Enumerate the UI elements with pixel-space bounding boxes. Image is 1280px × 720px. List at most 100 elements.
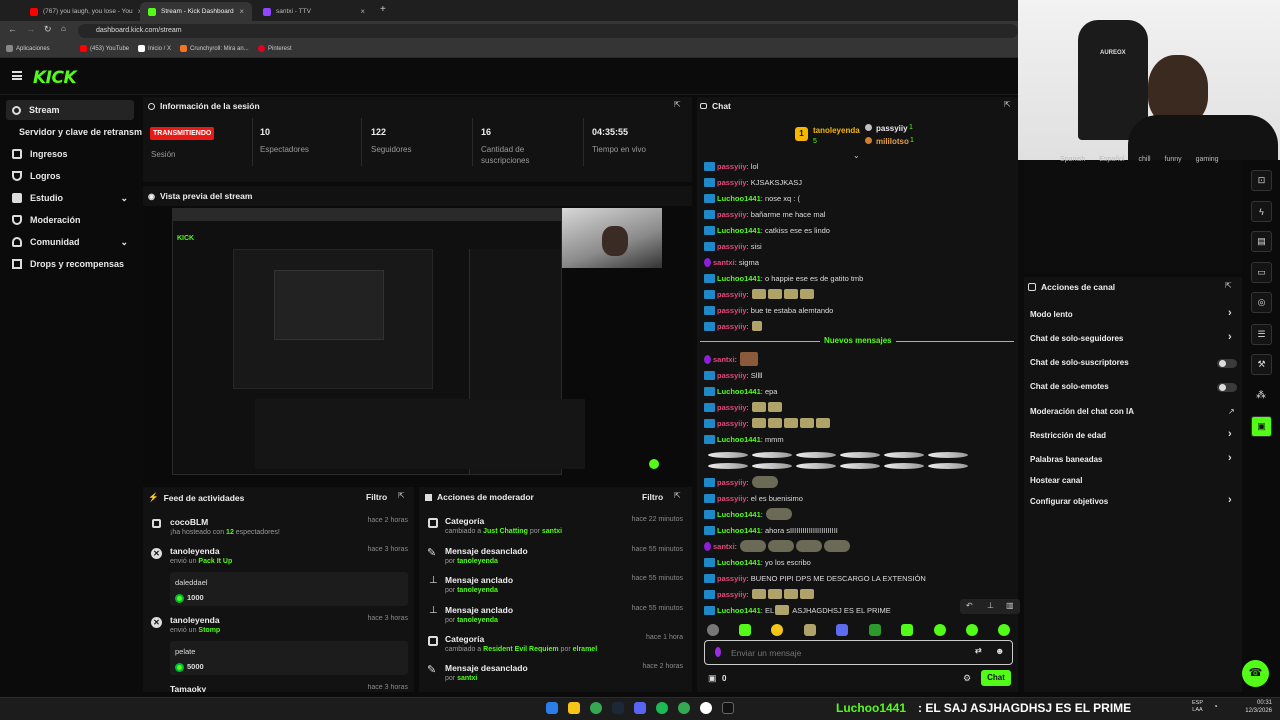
chat-message[interactable]: santxi: (704, 352, 759, 366)
chevron-right-icon[interactable]: › (1228, 331, 1232, 343)
sidebar-item-estudio[interactable]: Estudio ⌄ (6, 188, 134, 208)
chat-message[interactable]: passyiiy: Sllll (704, 369, 762, 381)
menu-icon[interactable] (12, 71, 22, 80)
emote-icon[interactable] (739, 624, 751, 636)
emote-icon[interactable] (998, 624, 1010, 636)
emotes-only-toggle[interactable] (1217, 383, 1237, 392)
emote-icon[interactable] (934, 624, 946, 636)
popout-icon[interactable]: ⇱ (674, 491, 681, 500)
chat-message[interactable]: Luchoo1441: nose xq : ( (704, 192, 800, 204)
chat-username[interactable]: santxi (713, 258, 735, 267)
browser-tab-youtube[interactable]: (767) you laugh, you lose - You × (22, 2, 140, 21)
chat-username[interactable]: Luchoo1441 (717, 606, 761, 615)
chat-message[interactable]: passyiiy: (704, 476, 779, 488)
chat-username[interactable]: Luchoo1441 (717, 274, 761, 283)
chat-message[interactable]: passyiiy: el es buenisimo (704, 492, 803, 504)
home-icon[interactable]: ⌂ (61, 24, 66, 33)
chat-message[interactable]: Luchoo1441: ahora sIIIIIIIIIIIIIIIIIIIII… (704, 524, 838, 536)
bookmark-crunchyroll[interactable]: Crunchyroll: Mira an... (180, 45, 249, 52)
steam-icon[interactable] (612, 702, 624, 714)
rail-add-widget-button[interactable]: ▣ (1251, 416, 1272, 437)
chat-username[interactable]: Luchoo1441 (717, 526, 761, 535)
sidebar-item-server-key[interactable]: Servidor y clave de retransm (6, 122, 142, 142)
rail-chat-button[interactable]: ▭ (1251, 262, 1272, 283)
mod-filter-button[interactable]: Filtro (642, 492, 663, 502)
points-icon[interactable]: ▣ (708, 673, 717, 684)
chat-username[interactable]: passyiiy (717, 162, 747, 171)
host-channel-item[interactable]: Hostear canal (1030, 476, 1082, 485)
chat-message[interactable]: passyiiy: lol (704, 160, 758, 172)
language-indicator[interactable]: ESP LAA (1192, 700, 1203, 714)
wifi-icon[interactable]: ◔ (1213, 702, 1218, 711)
chat-message-input[interactable] (731, 645, 951, 660)
chevron-right-icon[interactable]: › (1228, 307, 1232, 319)
chat-message[interactable]: passyiiy: (704, 320, 763, 332)
sidebar-item-drops[interactable]: Drops y recompensas (6, 254, 134, 274)
bookmark-apps[interactable]: Aplicaciones (6, 45, 50, 52)
chevron-down-icon[interactable]: ⌄ (853, 151, 860, 160)
new-tab-button[interactable]: + (380, 4, 386, 15)
bookmark-youtube[interactable]: (453) YouTube (80, 45, 129, 52)
rail-mod-button[interactable]: ⚒ (1251, 354, 1272, 375)
chat-message[interactable]: santxi: sigma (704, 256, 759, 268)
chat-username[interactable]: passyiiy (717, 478, 747, 487)
ai-moderation-item[interactable]: Moderación del chat con IA (1030, 407, 1134, 416)
chat-username[interactable]: passyiiy (717, 419, 747, 428)
chat-message[interactable]: santxi: (704, 540, 851, 552)
chat-username[interactable]: Luchoo1441 (717, 510, 761, 519)
emote-icon[interactable] (869, 624, 881, 636)
chat-username[interactable]: passyiiy (717, 574, 747, 583)
external-link-icon[interactable]: ↗ (1228, 407, 1235, 416)
x-app-icon[interactable] (722, 702, 734, 714)
chat-username[interactable]: passyiiy (717, 590, 747, 599)
sidebar-item-ingresos[interactable]: Ingresos (6, 144, 134, 164)
rail-activity-button[interactable]: ☰ (1251, 324, 1272, 345)
popout-icon[interactable]: ⇱ (398, 491, 405, 500)
drops-icon[interactable]: ⁂ (1256, 390, 1266, 401)
chat-message[interactable]: passyiiy: (704, 417, 831, 429)
spotify-icon[interactable] (656, 702, 668, 714)
bookmark-x[interactable]: Inicio / X (138, 45, 171, 52)
chat-username[interactable]: passyiiy (717, 178, 747, 187)
close-icon[interactable]: × (239, 7, 244, 16)
chat-message[interactable]: passyiiy: (704, 588, 815, 600)
leader-first-name[interactable]: tanoleyenda (813, 126, 860, 135)
chat-username[interactable]: santxi (713, 355, 735, 364)
emote-icon[interactable] (707, 624, 719, 636)
emote-icon[interactable] (804, 624, 816, 636)
send-chat-button[interactable]: Chat (981, 670, 1011, 686)
popout-icon[interactable]: ⇱ (1225, 281, 1232, 290)
chat-input-box[interactable]: ⇄ ☻ (704, 640, 1013, 665)
discord-icon[interactable] (634, 702, 646, 714)
leader-third-name[interactable]: mililotso (876, 137, 909, 146)
chat-username[interactable]: passyiiy (717, 290, 747, 299)
trash-icon[interactable]: ▥ (1006, 601, 1014, 610)
browser-tab-kick[interactable]: Stream - Kick Dashboard × (140, 2, 252, 21)
chat-username[interactable]: Luchoo1441 (717, 435, 761, 444)
emoji-icon[interactable]: ☻ (995, 646, 1004, 656)
chat-message[interactable]: passyiiy: KJSAKSJKASJ (704, 176, 802, 188)
clock[interactable]: 00:31 12/3/2026 (1232, 699, 1272, 715)
emote-icon[interactable] (901, 624, 913, 636)
chat-message[interactable]: passyiiy: (704, 288, 815, 300)
gear-icon[interactable]: ⚙ (963, 673, 971, 684)
chat-username[interactable]: passyiiy (717, 306, 747, 315)
bookmark-pinterest[interactable]: Pinterest (258, 45, 292, 52)
chat-message[interactable]: passyiiy: bue te estaba alemtando (704, 304, 833, 316)
obs-icon[interactable] (700, 702, 712, 714)
configure-goals-item[interactable]: Configurar objetivos (1030, 497, 1108, 506)
chat-message[interactable]: Luchoo1441: catkiss ese es lindo (704, 224, 830, 236)
chat-username[interactable]: passyiiy (717, 322, 747, 331)
windows-start-icon[interactable] (546, 702, 558, 714)
banned-words-item[interactable]: Palabras baneadas (1030, 455, 1102, 464)
activity-filter-button[interactable]: Filtro (366, 492, 387, 502)
rail-info-button[interactable]: ▤ (1251, 231, 1272, 252)
translate-icon[interactable]: ⇄ (975, 646, 982, 655)
chat-message[interactable]: Luchoo1441: (704, 508, 793, 520)
pin-icon[interactable]: ⊥ (987, 601, 994, 610)
url-field[interactable]: dashboard.kick.com/stream (78, 24, 1018, 38)
chevron-right-icon[interactable]: › (1228, 452, 1232, 464)
chat-username[interactable]: Luchoo1441 (717, 387, 761, 396)
chat-username[interactable]: passyiiy (717, 371, 747, 380)
chat-username[interactable]: passyiiy (717, 210, 747, 219)
